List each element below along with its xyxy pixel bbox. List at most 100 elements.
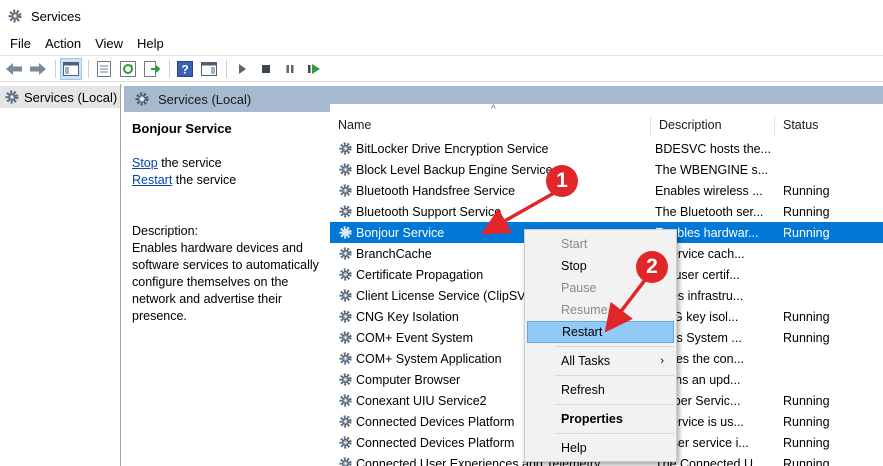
- refresh-icon[interactable]: [117, 58, 139, 80]
- gear-icon: [135, 92, 149, 106]
- services-panel: Services (Local) Bonjour Service Stop th…: [124, 86, 883, 466]
- menu-item-label: Refresh: [561, 383, 605, 397]
- menu-separator: [555, 346, 674, 347]
- menu-item-restart[interactable]: Restart: [527, 321, 674, 343]
- gear-icon: [339, 457, 352, 466]
- table-row[interactable]: BitLocker Drive Encryption Service BDESVC…: [330, 138, 883, 159]
- console-tree: Services (Local): [0, 84, 121, 466]
- menu-item-refresh[interactable]: Refresh: [527, 379, 674, 401]
- cell-service-status: Running: [783, 204, 830, 219]
- column-header-row: Name Description Status: [330, 116, 883, 136]
- toolbar: ?: [0, 55, 883, 82]
- title-bar: Services: [0, 0, 883, 32]
- start-service-icon[interactable]: [231, 58, 253, 80]
- gear-icon: [339, 226, 352, 239]
- column-header-name[interactable]: Name: [330, 116, 651, 136]
- description-label: Description:: [132, 224, 198, 238]
- cell-service-description: The WBENGINE s...: [655, 162, 769, 177]
- forward-arrow-icon[interactable]: [27, 58, 49, 80]
- menu-item-properties[interactable]: Properties: [527, 408, 674, 430]
- annotation-callout-2: 2: [636, 251, 668, 283]
- gear-icon: [8, 9, 22, 23]
- menu-separator: [555, 404, 674, 405]
- menu-item-resume[interactable]: Resume: [527, 299, 674, 321]
- gear-icon: [5, 90, 19, 104]
- show-hide-console-tree-icon[interactable]: [60, 57, 82, 80]
- gear-icon: [339, 331, 352, 344]
- service-name: BranchCache: [356, 246, 432, 261]
- cell-service-status: Running: [783, 456, 830, 466]
- cell-service-description: BDESVC hosts the...: [655, 141, 772, 156]
- gear-icon: [339, 415, 352, 428]
- menu-separator: [555, 375, 674, 376]
- menu-item-label: Start: [561, 237, 588, 251]
- panel-header-title: Services (Local): [158, 91, 252, 107]
- service-name: Connected Devices Platform: [356, 414, 515, 429]
- properties-icon[interactable]: [93, 58, 115, 80]
- stop-suffix: the service: [157, 156, 222, 170]
- description-pane: Bonjour Service Stop the service Restart…: [132, 120, 332, 325]
- cell-service-name: BitLocker Drive Encryption Service: [330, 141, 651, 156]
- stop-link[interactable]: Stop: [132, 156, 158, 170]
- cell-service-status: Running: [783, 225, 830, 240]
- table-row[interactable]: Bluetooth Handsfree Service Enables wirel…: [330, 180, 883, 201]
- cell-service-name: Bluetooth Support Service: [330, 204, 651, 219]
- service-name: Bonjour Service: [356, 225, 445, 240]
- table-row[interactable]: Bluetooth Support Service The Bluetooth s…: [330, 201, 883, 222]
- menu-item-label: Stop: [561, 259, 587, 273]
- cell-service-status: Running: [783, 330, 830, 345]
- restart-suffix: the service: [172, 173, 237, 187]
- menu-item-all-tasks[interactable]: All Tasks ›: [527, 350, 674, 372]
- menu-view[interactable]: View: [89, 34, 129, 53]
- menu-file[interactable]: File: [4, 34, 37, 53]
- cell-service-description: The Bluetooth ser...: [655, 204, 764, 219]
- menu-item-label: All Tasks: [561, 354, 611, 368]
- toolbar-separator: [169, 59, 170, 78]
- restart-line: Restart the service: [132, 172, 332, 189]
- help-icon[interactable]: ?: [174, 58, 196, 80]
- toolbar-separator: [55, 59, 56, 78]
- restart-service-icon[interactable]: [303, 58, 325, 80]
- cell-service-description: Enables wireless ...: [655, 183, 763, 198]
- gear-icon: [339, 268, 352, 281]
- show-action-pane-icon[interactable]: [198, 58, 220, 80]
- sort-ascending-icon: ^: [491, 104, 496, 115]
- selected-service-title: Bonjour Service: [132, 121, 232, 136]
- stop-line: Stop the service: [132, 155, 332, 172]
- service-name: Conexant UIU Service2: [356, 393, 487, 408]
- column-header-description[interactable]: Description: [651, 116, 775, 136]
- menu-action[interactable]: Action: [39, 34, 87, 53]
- gear-icon: [339, 163, 352, 176]
- menu-item-label: Restart: [562, 325, 603, 339]
- pause-service-icon[interactable]: [279, 58, 301, 80]
- toolbar-separator: [226, 59, 227, 78]
- export-list-icon[interactable]: [141, 58, 163, 80]
- gear-icon: [339, 352, 352, 365]
- gear-icon: [339, 289, 352, 302]
- description-text: Enables hardware devices and software se…: [132, 241, 319, 323]
- menu-help[interactable]: Help: [131, 34, 170, 53]
- tree-item-services-local[interactable]: Services (Local): [0, 86, 120, 108]
- cell-service-name: Block Level Backup Engine Service: [330, 162, 651, 177]
- menu-item-help[interactable]: Help: [527, 437, 674, 459]
- table-row[interactable]: Block Level Backup Engine Service The WBE…: [330, 159, 883, 180]
- svg-text:?: ?: [181, 62, 188, 76]
- service-name: Block Level Backup Engine Service: [356, 162, 553, 177]
- restart-link[interactable]: Restart: [132, 173, 172, 187]
- cell-service-name: Bluetooth Handsfree Service: [330, 183, 651, 198]
- gear-icon: [339, 310, 352, 323]
- gear-icon: [339, 205, 352, 218]
- window-title: Services: [31, 8, 81, 24]
- cell-service-status: Running: [783, 183, 830, 198]
- column-header-status[interactable]: Status: [775, 116, 883, 136]
- annotation-callout-1: 1: [546, 165, 578, 197]
- submenu-arrow-icon: ›: [660, 355, 664, 367]
- menu-separator: [555, 433, 674, 434]
- gear-icon: [339, 436, 352, 449]
- back-arrow-icon[interactable]: [3, 58, 25, 80]
- stop-service-icon[interactable]: [255, 58, 277, 80]
- gear-icon: [339, 394, 352, 407]
- menu-bar: File Action View Help: [0, 32, 883, 54]
- service-name: Bluetooth Handsfree Service: [356, 183, 516, 198]
